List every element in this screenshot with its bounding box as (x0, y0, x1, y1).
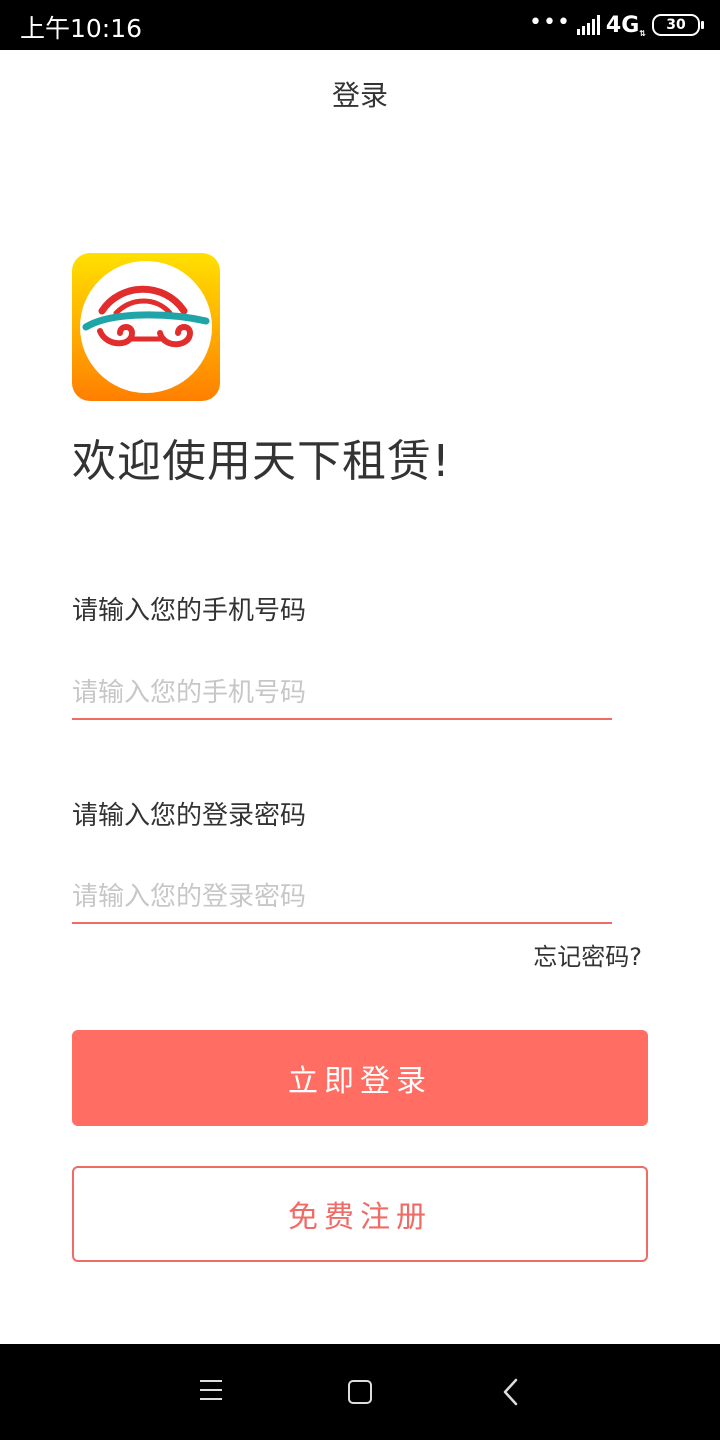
home-icon[interactable] (348, 1380, 372, 1404)
forgot-password-link[interactable]: 忘记密码? (533, 937, 642, 972)
network-type: 4G⇅ (606, 13, 646, 38)
password-input[interactable] (72, 872, 612, 924)
status-bar: 上午10:16 ••• 4G⇅ 30 (0, 0, 720, 50)
battery-icon: 30 (652, 14, 704, 36)
car-logo-icon (72, 253, 220, 401)
password-label: 请输入您的登录密码 (72, 801, 307, 831)
signal-icon (576, 15, 600, 35)
back-icon[interactable] (500, 1378, 524, 1406)
status-time: 上午10:16 (20, 14, 143, 43)
phone-label: 请输入您的手机号码 (72, 596, 307, 626)
data-arrows-icon: ⇅ (639, 28, 646, 38)
login-button[interactable]: 立即登录 (72, 1030, 648, 1126)
status-icons: ••• 4G⇅ 30 (528, 9, 704, 40)
more-dots-icon: ••• (528, 9, 571, 35)
page-title: 登录 (331, 79, 388, 112)
register-button[interactable]: 免费注册 (72, 1166, 648, 1262)
menu-icon[interactable] (200, 1380, 222, 1402)
welcome-heading: 欢迎使用天下租赁! (72, 436, 451, 487)
phone-input[interactable] (72, 668, 612, 720)
network-label: 4G (605, 12, 640, 38)
system-nav-bar (0, 1344, 720, 1440)
